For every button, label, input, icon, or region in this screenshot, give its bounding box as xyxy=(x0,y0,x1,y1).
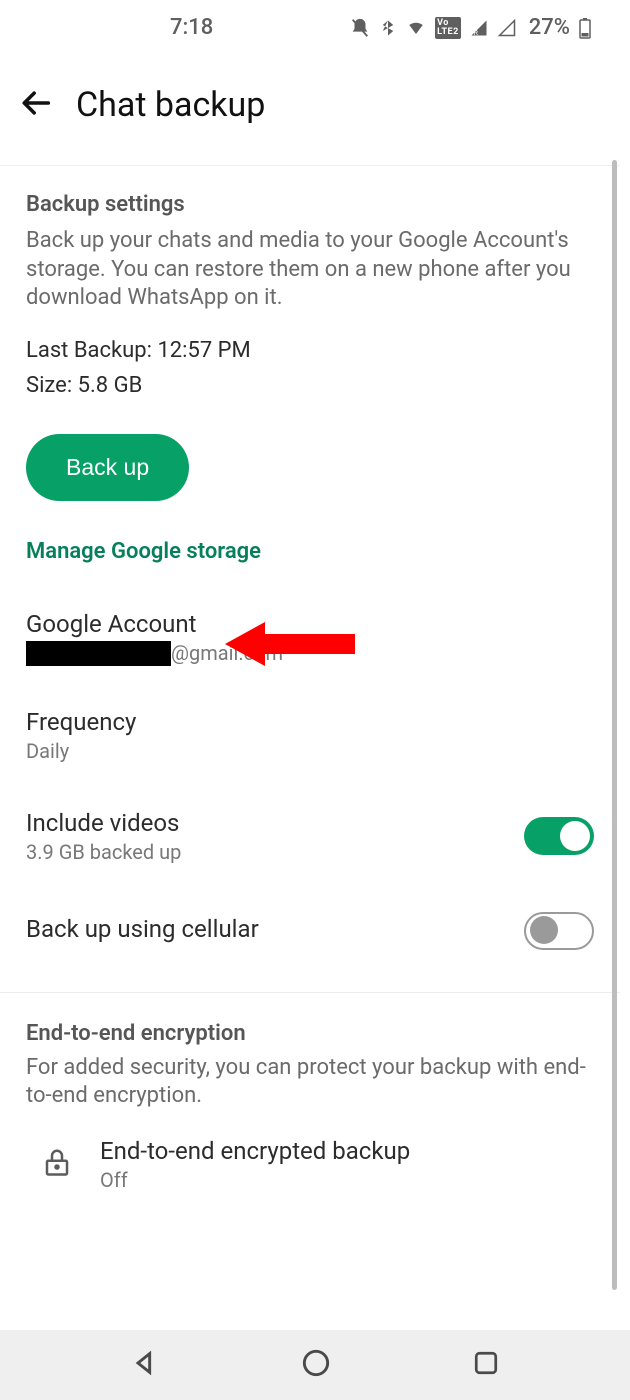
status-bar: 7:18 VoLTE2 R 27% xyxy=(0,0,620,55)
battery-icon xyxy=(578,17,592,39)
bluetooth-icon xyxy=(379,17,397,39)
backup-button[interactable]: Back up xyxy=(26,434,189,501)
e2e-backup-setting[interactable]: End-to-end encrypted backup Off xyxy=(0,1111,620,1192)
e2e-item-value: Off xyxy=(100,1168,410,1192)
size-line: Size: 5.8 GB xyxy=(26,373,594,398)
google-account-setting[interactable]: Google Account @gmail.com xyxy=(0,564,620,666)
include-videos-setting[interactable]: Include videos 3.9 GB backed up xyxy=(0,763,620,864)
page-title: Chat backup xyxy=(76,85,265,125)
e2e-section: End-to-end encryption For added security… xyxy=(0,992,620,1111)
redacted-email-prefix xyxy=(26,641,171,666)
google-account-value: @gmail.com xyxy=(26,641,594,666)
nav-home-button[interactable] xyxy=(302,1349,330,1381)
volte-icon: VoLTE2 xyxy=(435,17,461,39)
signal-icon-2 xyxy=(497,19,517,37)
nav-recent-button[interactable] xyxy=(473,1350,499,1380)
android-nav-bar xyxy=(0,1330,630,1400)
status-time: 7:18 xyxy=(170,15,213,40)
e2e-title: End-to-end encryption xyxy=(26,1021,594,1046)
backup-settings-title: Backup settings xyxy=(26,192,594,217)
e2e-desc: For added security, you can protect your… xyxy=(26,1054,594,1111)
battery-percent: 27% xyxy=(529,15,570,40)
bell-muted-icon xyxy=(349,17,371,39)
include-videos-toggle[interactable] xyxy=(524,817,594,855)
wifi-icon xyxy=(405,19,427,37)
cellular-setting[interactable]: Back up using cellular xyxy=(0,864,620,950)
back-button[interactable] xyxy=(20,86,54,124)
cellular-toggle[interactable] xyxy=(524,912,594,950)
e2e-item-label: End-to-end encrypted backup xyxy=(100,1137,410,1165)
backup-settings-section: Backup settings Back up your chats and m… xyxy=(0,166,620,313)
include-videos-value: 3.9 GB backed up xyxy=(26,840,524,864)
signal-icon-1: R xyxy=(469,19,489,37)
app-header: Chat backup xyxy=(0,55,620,165)
frequency-label: Frequency xyxy=(26,708,594,736)
manage-google-storage-link[interactable]: Manage Google storage xyxy=(26,539,620,564)
frequency-value: Daily xyxy=(26,739,594,763)
frequency-setting[interactable]: Frequency Daily xyxy=(0,666,620,763)
cellular-label: Back up using cellular xyxy=(26,915,524,943)
google-account-label: Google Account xyxy=(26,610,594,638)
last-backup-line: Last Backup: 12:57 PM xyxy=(26,338,594,363)
lock-icon xyxy=(42,1145,72,1183)
nav-back-button[interactable] xyxy=(131,1349,159,1381)
backup-settings-desc: Back up your chats and media to your Goo… xyxy=(26,227,594,313)
status-icons: VoLTE2 R 27% xyxy=(349,15,592,40)
include-videos-label: Include videos xyxy=(26,809,524,837)
